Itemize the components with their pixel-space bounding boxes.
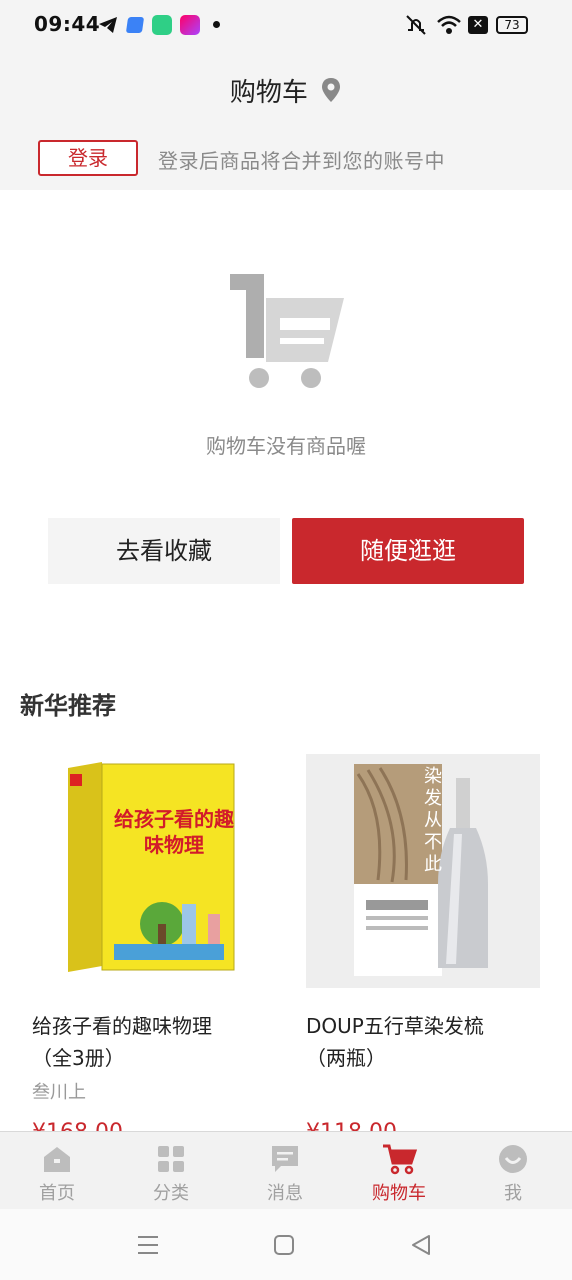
book-cover-title: 给孩子看的趣味物理 <box>114 807 234 857</box>
product-image[interactable]: 染发从不此 <box>306 754 540 988</box>
back-icon[interactable] <box>410 1233 432 1257</box>
login-hint: 登录后商品将合并到您的账号中 <box>158 149 445 173</box>
product-name[interactable]: 给孩子看的趣味物理 （全3册） <box>32 1010 272 1074</box>
tab-profile[interactable]: 我 <box>456 1131 570 1209</box>
product-name-line: （全3册） <box>32 1046 125 1070</box>
book-cover-image <box>68 762 235 972</box>
tab-cart[interactable]: 购物车 <box>342 1131 456 1209</box>
product-image[interactable]: 给孩子看的趣味物理 <box>32 754 266 988</box>
product-name-line: DOUP五行草染发梳 <box>306 1014 484 1038</box>
home-button-icon[interactable] <box>273 1234 295 1256</box>
status-time: 09:44 <box>34 12 101 36</box>
message-icon <box>272 1146 298 1172</box>
product-cover-text: 染发从不此 <box>424 766 442 875</box>
product-name-line: 给孩子看的趣味物理 <box>32 1014 212 1038</box>
login-button[interactable]: 登录 <box>38 140 138 176</box>
app-icon <box>152 15 172 35</box>
sim-icon: ✕ <box>468 16 488 34</box>
recommend-title: 新华推荐 <box>20 691 116 720</box>
view-favorites-button[interactable]: 去看收藏 <box>48 518 280 584</box>
category-icon <box>158 1146 184 1172</box>
menu-icon[interactable] <box>136 1234 160 1256</box>
telegram-icon <box>99 17 117 33</box>
home-icon <box>44 1147 70 1172</box>
tab-label: 首页 <box>39 1183 75 1204</box>
page-title: 购物车 <box>0 72 572 109</box>
tab-label: 我 <box>504 1183 522 1204</box>
location-pin-icon[interactable] <box>320 76 342 104</box>
profile-icon <box>499 1145 527 1173</box>
app-icon <box>125 17 145 33</box>
tab-home[interactable]: 首页 <box>0 1131 114 1209</box>
product-name-line: （两瓶） <box>306 1046 386 1070</box>
browse-button[interactable]: 随便逛逛 <box>292 518 524 584</box>
tab-category[interactable]: 分类 <box>114 1131 228 1209</box>
tab-messages[interactable]: 消息 <box>228 1131 342 1209</box>
notification-dot-icon <box>213 21 220 28</box>
mute-icon <box>406 15 426 35</box>
tab-label: 分类 <box>153 1183 189 1204</box>
empty-cart-icon <box>230 274 344 388</box>
tab-label: 消息 <box>267 1183 303 1204</box>
empty-cart-message: 购物车没有商品喔 <box>206 434 366 458</box>
wifi-icon <box>437 15 461 34</box>
product-name[interactable]: DOUP五行草染发梳 （两瓶） <box>306 1010 546 1074</box>
page-title-text: 购物车 <box>229 78 308 108</box>
app-icon <box>180 15 200 35</box>
cart-icon <box>383 1144 417 1175</box>
product-subtitle: 叁川上 <box>32 1082 86 1103</box>
tab-label: 购物车 <box>372 1183 426 1204</box>
battery-icon: 73 <box>496 16 528 34</box>
